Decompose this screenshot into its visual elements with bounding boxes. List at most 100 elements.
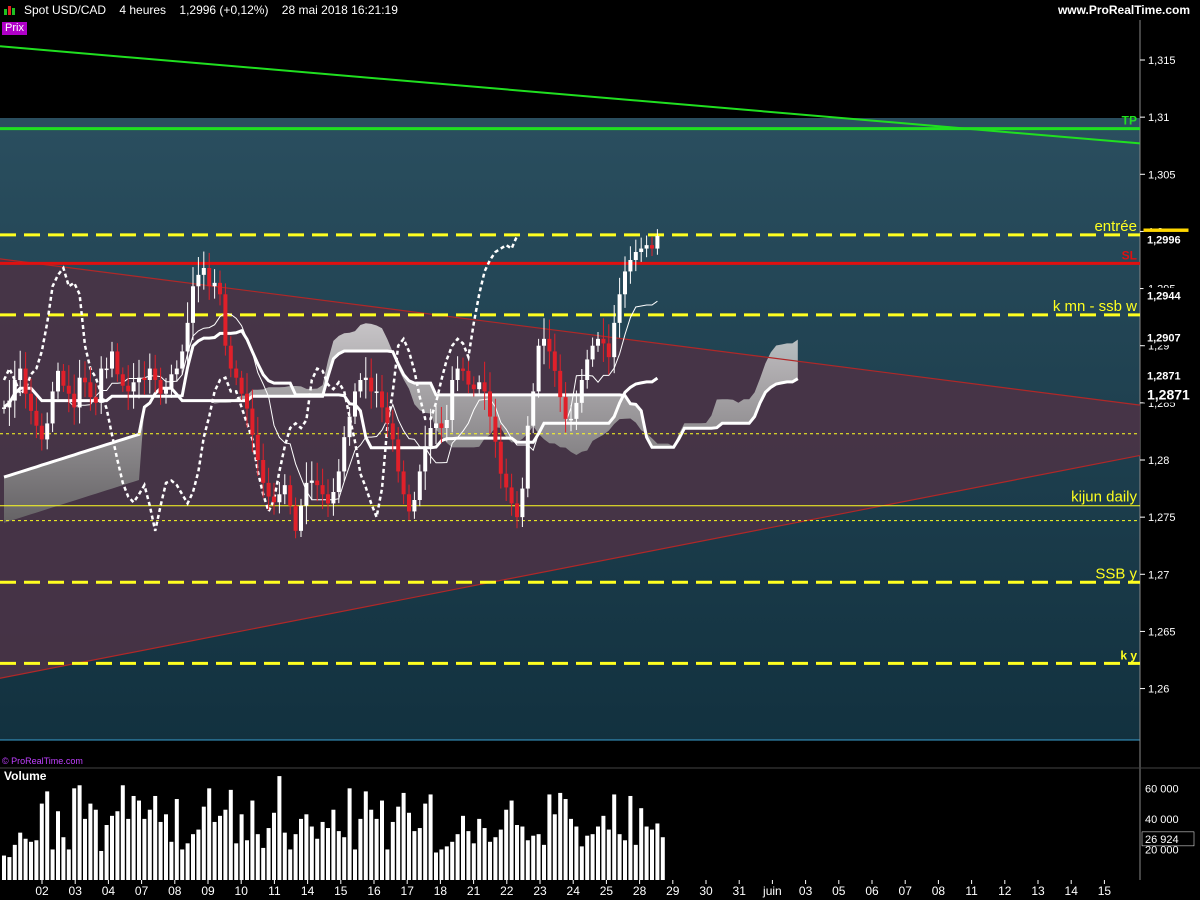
candle-body-85	[461, 368, 465, 371]
volume-bar-35	[191, 834, 195, 880]
volume-bar-80	[434, 852, 438, 880]
volume-bar-113	[612, 794, 617, 880]
date-label-11: 17	[401, 884, 415, 898]
candle-body-0	[2, 407, 6, 409]
price-badge-5: 1,2871	[1147, 387, 1190, 403]
volume-bar-104	[563, 799, 568, 880]
volume-bar-64	[347, 788, 352, 880]
candle-body-109	[590, 345, 595, 360]
volume-bar-99	[536, 834, 541, 880]
volume-bar-69	[374, 818, 379, 880]
volume-bar-18	[99, 850, 104, 880]
candle-body-26	[142, 377, 147, 380]
volume-bar-78	[423, 803, 428, 880]
date-label-7: 11	[268, 884, 281, 898]
level-label-5: kijun daily	[1071, 489, 1137, 506]
candle-body-113	[612, 322, 617, 358]
candle-body-96	[520, 488, 525, 518]
volume-bar-12	[66, 849, 71, 880]
volume-bar-110	[596, 826, 600, 880]
volume-bar-42	[228, 789, 233, 880]
volume-bar-55	[299, 818, 303, 880]
date-label-22: juin	[762, 884, 782, 898]
candle-body-91	[493, 416, 498, 442]
volume-bar-0	[2, 855, 6, 880]
candle-body-38	[207, 268, 212, 287]
volume-bar-15	[83, 818, 87, 880]
candle-body-82	[444, 420, 449, 428]
candle-body-44	[239, 377, 244, 394]
volume-bar-39	[212, 821, 217, 880]
candle-body-29	[158, 380, 163, 394]
volume-bar-48	[261, 847, 266, 880]
volume-bar-106	[574, 826, 579, 880]
volume-bar-45	[245, 840, 249, 880]
volume-bar-114	[617, 834, 622, 880]
date-label-19: 29	[666, 884, 680, 898]
candle-body-41	[223, 294, 228, 346]
date-label-9: 15	[334, 884, 348, 898]
volume-bar-122	[660, 837, 665, 880]
volume-bar-32	[174, 799, 179, 880]
level-label-7: SSB y	[1095, 565, 1137, 582]
candle-body-16	[88, 382, 93, 398]
candle-body-84	[455, 368, 460, 380]
volume-bar-1	[7, 857, 12, 880]
candle-body-52	[282, 485, 287, 495]
candle-body-43	[234, 368, 239, 378]
candle-body-49	[266, 482, 271, 497]
volume-bar-119	[644, 826, 649, 880]
price-tick-label-1: 1,31	[1148, 112, 1169, 124]
candle-body-93	[504, 473, 509, 488]
volume-bar-68	[369, 809, 374, 880]
candle-body-107	[579, 380, 584, 403]
candle-body-53	[288, 485, 293, 506]
candle-body-57	[309, 480, 314, 483]
candle-body-9	[50, 391, 55, 424]
candle-body-117	[633, 252, 638, 260]
candle-body-70	[380, 391, 384, 408]
candle-body-80	[434, 423, 438, 428]
volume-bar-88	[477, 818, 482, 880]
volume-bar-112	[606, 829, 611, 880]
candle-body-34	[185, 322, 190, 352]
candle-body-97	[525, 425, 530, 489]
candle-body-22	[120, 374, 125, 386]
candle-body-61	[331, 492, 336, 504]
volume-bar-70	[380, 800, 384, 880]
candle-body-32	[174, 368, 179, 375]
price-panel-label[interactable]: Prix	[2, 22, 27, 35]
volume-panel-label[interactable]: Volume	[2, 769, 49, 783]
candle-body-28	[153, 368, 158, 380]
volume-bar-41	[223, 809, 228, 880]
candle-body-88	[477, 382, 482, 390]
volume-bar-49	[266, 828, 271, 880]
date-label-3: 07	[135, 884, 149, 898]
volume-bar-108	[585, 835, 590, 880]
candle-body-6	[34, 410, 39, 426]
candle-body-59	[320, 485, 325, 495]
price-chart[interactable]: 1,3151,311,3051,31,2951,291,2851,281,275…	[0, 0, 1200, 900]
volume-bar-81	[439, 849, 444, 880]
date-label-1: 03	[69, 884, 83, 898]
volume-bar-103	[558, 792, 563, 880]
candle-body-2	[12, 380, 17, 401]
candle-body-23	[126, 385, 131, 392]
volume-bar-118	[639, 808, 644, 880]
volume-bar-89	[482, 828, 487, 880]
volume-bar-22	[120, 785, 125, 880]
chart-window: Spot USD/CAD 4 heures 1,2996 (+0,12%) 28…	[0, 0, 1200, 900]
candle-body-48	[261, 460, 266, 483]
candle-body-12	[66, 385, 71, 394]
volume-bar-83	[450, 841, 455, 880]
volume-bar-16	[88, 803, 93, 880]
volume-bar-84	[455, 834, 460, 880]
volume-bar-102	[552, 814, 557, 880]
volume-bar-86	[466, 831, 471, 880]
candle-body-15	[83, 377, 87, 383]
volume-bar-96	[520, 826, 525, 880]
candle-body-7	[39, 425, 44, 440]
volume-bar-25	[137, 800, 141, 880]
volume-bar-27	[147, 809, 152, 880]
candle-body-3	[18, 368, 23, 380]
